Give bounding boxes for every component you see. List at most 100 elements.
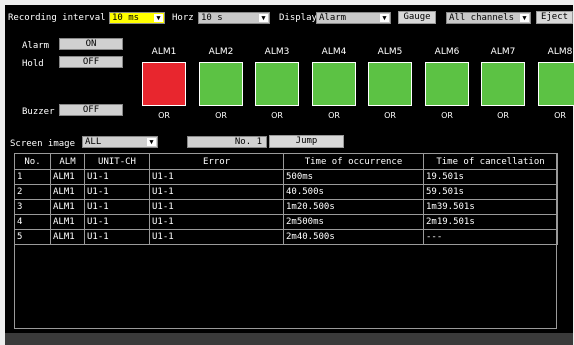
horz-value: 10 s <box>201 13 223 23</box>
column-header-no: No. <box>14 153 51 170</box>
cell-time-of-occurrence: 40.500s <box>283 184 424 200</box>
alarm-indicator-label: ALM8 <box>547 47 573 57</box>
table-row[interactable]: 4 ALM1 U1-1 U1-1 2m500ms 2m19.501s <box>14 214 558 230</box>
alarm-indicator-lamp <box>368 62 412 106</box>
number-field[interactable]: No. 1 <box>187 136 267 148</box>
bottom-strip <box>5 333 573 345</box>
cell-error: U1-1 <box>149 229 284 245</box>
recording-interval-value: 10 ms <box>112 13 140 23</box>
alarm-toggle[interactable]: ON <box>59 38 123 50</box>
alarm-indicator-label: ALM4 <box>321 47 347 57</box>
alarm-indicator-status: OR <box>441 111 453 120</box>
column-header-time-of-occurrence: Time of occurrence <box>283 153 424 170</box>
screen-image-select[interactable]: ALL ▼ <box>82 136 158 148</box>
gauge-button[interactable]: Gauge <box>398 11 436 24</box>
alarm-indicator-status: OR <box>215 111 227 120</box>
cell-time-of-occurrence: 500ms <box>283 169 424 185</box>
cell-time-of-occurrence: 2m40.500s <box>283 229 424 245</box>
cell-alm: ALM1 <box>50 229 85 245</box>
cell-time-of-cancellation: --- <box>423 229 558 245</box>
chevron-down-icon: ▼ <box>147 138 156 146</box>
alarm-label: Alarm <box>22 41 50 51</box>
cell-error: U1-1 <box>149 169 284 185</box>
cell-time-of-cancellation: 1m39.501s <box>423 199 558 215</box>
alarm-indicator-label: ALM3 <box>264 47 290 57</box>
cell-unit-ch: U1-1 <box>84 199 150 215</box>
column-header-unit-ch: UNIT-CH <box>84 153 150 170</box>
cell-no: 5 <box>14 229 51 245</box>
alarm-screen: Recording interval 10 ms ▼ Horz 10 s ▼ D… <box>5 5 574 333</box>
buzzer-toggle[interactable]: OFF <box>59 104 123 116</box>
cell-error: U1-1 <box>149 199 284 215</box>
alarm-indicator-lamp <box>142 62 186 106</box>
alarm-indicator-lamp <box>199 62 243 106</box>
display-select[interactable]: Alarm ▼ <box>316 12 391 24</box>
chevron-down-icon: ▼ <box>259 14 268 22</box>
hold-toggle[interactable]: OFF <box>59 56 123 68</box>
number-value: 1 <box>256 137 262 147</box>
alarm-indicator-lamp <box>481 62 525 106</box>
cell-time-of-occurrence: 1m20.500s <box>283 199 424 215</box>
column-header-time-of-cancellation: Time of cancellation <box>423 153 558 170</box>
alarm-indicator-status: OR <box>554 111 566 120</box>
cell-no: 4 <box>14 214 51 230</box>
alarm-indicator-label: ALM1 <box>151 47 177 57</box>
cell-time-of-cancellation: 2m19.501s <box>423 214 558 230</box>
cell-no: 3 <box>14 199 51 215</box>
display-value: Alarm <box>319 13 347 23</box>
chevron-down-icon: ▼ <box>154 14 163 22</box>
cell-unit-ch: U1-1 <box>84 229 150 245</box>
cell-error: U1-1 <box>149 214 284 230</box>
table-row[interactable]: 5 ALM1 U1-1 U1-1 2m40.500s --- <box>14 229 558 245</box>
table-row[interactable]: 2 ALM1 U1-1 U1-1 40.500s 59.501s <box>14 184 558 200</box>
cell-no: 1 <box>14 169 51 185</box>
alarm-indicator-label: ALM2 <box>208 47 234 57</box>
cell-error: U1-1 <box>149 184 284 200</box>
alarm-indicator-label: ALM5 <box>377 47 403 57</box>
alarm-indicator-lamp <box>312 62 356 106</box>
number-label: No. <box>234 137 252 147</box>
cell-time-of-cancellation: 19.501s <box>423 169 558 185</box>
recording-interval-select[interactable]: 10 ms ▼ <box>109 12 165 24</box>
alarm-indicator-status: OR <box>497 111 509 120</box>
alarm-indicator-status: OR <box>328 111 340 120</box>
cell-alm: ALM1 <box>50 199 85 215</box>
alarm-indicator-label: ALM7 <box>490 47 516 57</box>
cell-unit-ch: U1-1 <box>84 184 150 200</box>
table-row[interactable]: 1 ALM1 U1-1 U1-1 500ms 19.501s <box>14 169 558 185</box>
column-header-error: Error <box>149 153 284 170</box>
cell-time-of-cancellation: 59.501s <box>423 184 558 200</box>
cell-alm: ALM1 <box>50 169 85 185</box>
alarm-indicator-lamp <box>425 62 469 106</box>
cell-no: 2 <box>14 184 51 200</box>
screen-image-value: ALL <box>85 137 102 147</box>
channels-value: All channels <box>449 13 515 23</box>
screen-image-label: Screen image <box>10 139 76 149</box>
alarm-table: No. ALM UNIT-CH Error Time of occurrence… <box>14 153 558 245</box>
chevron-down-icon: ▼ <box>380 14 389 22</box>
alarm-indicator-status: OR <box>158 111 170 120</box>
horz-select[interactable]: 10 s ▼ <box>198 12 270 24</box>
hold-label: Hold <box>22 59 44 69</box>
jump-button[interactable]: Jump <box>269 135 344 148</box>
horz-label: Horz <box>172 13 194 23</box>
cell-unit-ch: U1-1 <box>84 214 150 230</box>
alarm-indicator-lamp <box>538 62 574 106</box>
chevron-down-icon: ▼ <box>520 14 529 22</box>
buzzer-label: Buzzer <box>22 107 55 117</box>
alarm-indicator-status: OR <box>384 111 396 120</box>
eject-button[interactable]: Eject <box>536 11 573 24</box>
table-header-row: No. ALM UNIT-CH Error Time of occurrence… <box>14 153 558 170</box>
cell-time-of-occurrence: 2m500ms <box>283 214 424 230</box>
cell-unit-ch: U1-1 <box>84 169 150 185</box>
column-header-alm: ALM <box>50 153 85 170</box>
cell-alm: ALM1 <box>50 184 85 200</box>
table-row[interactable]: 3 ALM1 U1-1 U1-1 1m20.500s 1m39.501s <box>14 199 558 215</box>
alarm-indicator-lamp <box>255 62 299 106</box>
display-label: Display <box>279 13 317 23</box>
cell-alm: ALM1 <box>50 214 85 230</box>
channels-select[interactable]: All channels ▼ <box>446 12 531 24</box>
alarm-indicator-label: ALM6 <box>434 47 460 57</box>
alarm-indicator-status: OR <box>271 111 283 120</box>
recording-interval-label: Recording interval <box>8 13 106 23</box>
